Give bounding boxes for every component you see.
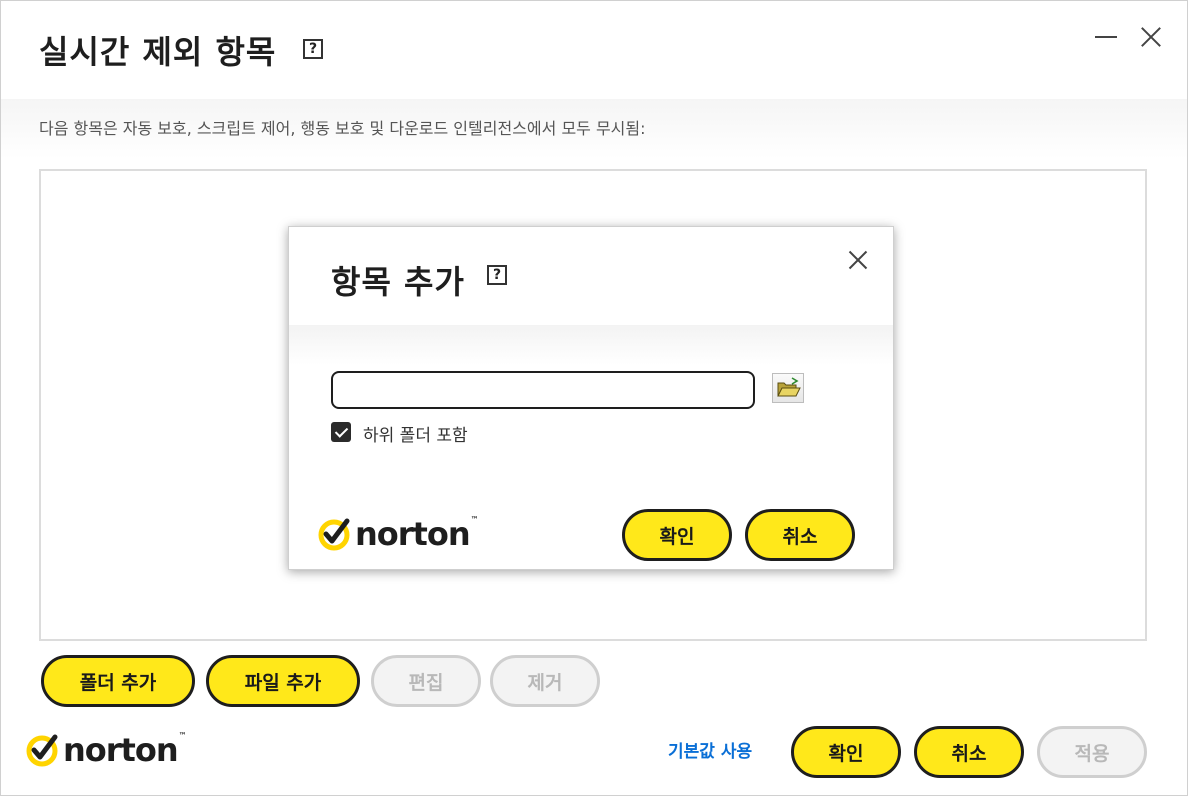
help-icon[interactable]: ? (303, 39, 323, 59)
dialog-cancel-button[interactable]: 취소 (745, 509, 855, 561)
dialog-ok-button[interactable]: 확인 (622, 509, 732, 561)
norton-logo: norton™ (25, 731, 187, 769)
help-icon[interactable]: ? (487, 265, 507, 285)
minimize-icon[interactable] (1095, 25, 1117, 47)
dialog-title: 항목 추가 (331, 263, 465, 301)
add-item-dialog: 항목 추가 ? 하위 폴더 포함 norton™ 확인 취소 (288, 226, 894, 570)
include-subfolders-label: 하위 폴더 포함 (363, 426, 468, 446)
title-bar: 실시간 제외 항목 ? (1, 1, 1187, 99)
norton-wordmark: norton™ (355, 515, 479, 553)
edit-button[interactable]: 편집 (371, 655, 481, 707)
page-title: 실시간 제외 항목 (39, 33, 277, 71)
use-default-link[interactable]: 기본값 사용 (668, 737, 752, 762)
browse-folder-button[interactable] (772, 373, 804, 403)
cancel-button[interactable]: 취소 (914, 726, 1024, 778)
add-file-button[interactable]: 파일 추가 (206, 655, 360, 707)
ok-button[interactable]: 확인 (791, 726, 901, 778)
norton-logo: norton™ (317, 515, 479, 553)
remove-button[interactable]: 제거 (490, 655, 600, 707)
apply-button[interactable]: 적용 (1037, 726, 1147, 778)
include-subfolders-checkbox[interactable] (331, 422, 351, 442)
norton-checkmark-logo (26, 734, 58, 767)
close-icon[interactable] (1139, 25, 1163, 49)
dialog-band (289, 325, 893, 365)
add-folder-button[interactable]: 폴더 추가 (41, 655, 195, 707)
folder-open-icon (777, 377, 801, 397)
path-input[interactable] (331, 371, 755, 409)
norton-checkmark-logo (318, 518, 350, 551)
norton-wordmark: norton™ (63, 731, 187, 769)
close-icon[interactable] (847, 249, 869, 271)
description-text: 다음 항목은 자동 보호, 스크립트 제어, 행동 보호 및 다운로드 인텔리전… (39, 119, 646, 138)
